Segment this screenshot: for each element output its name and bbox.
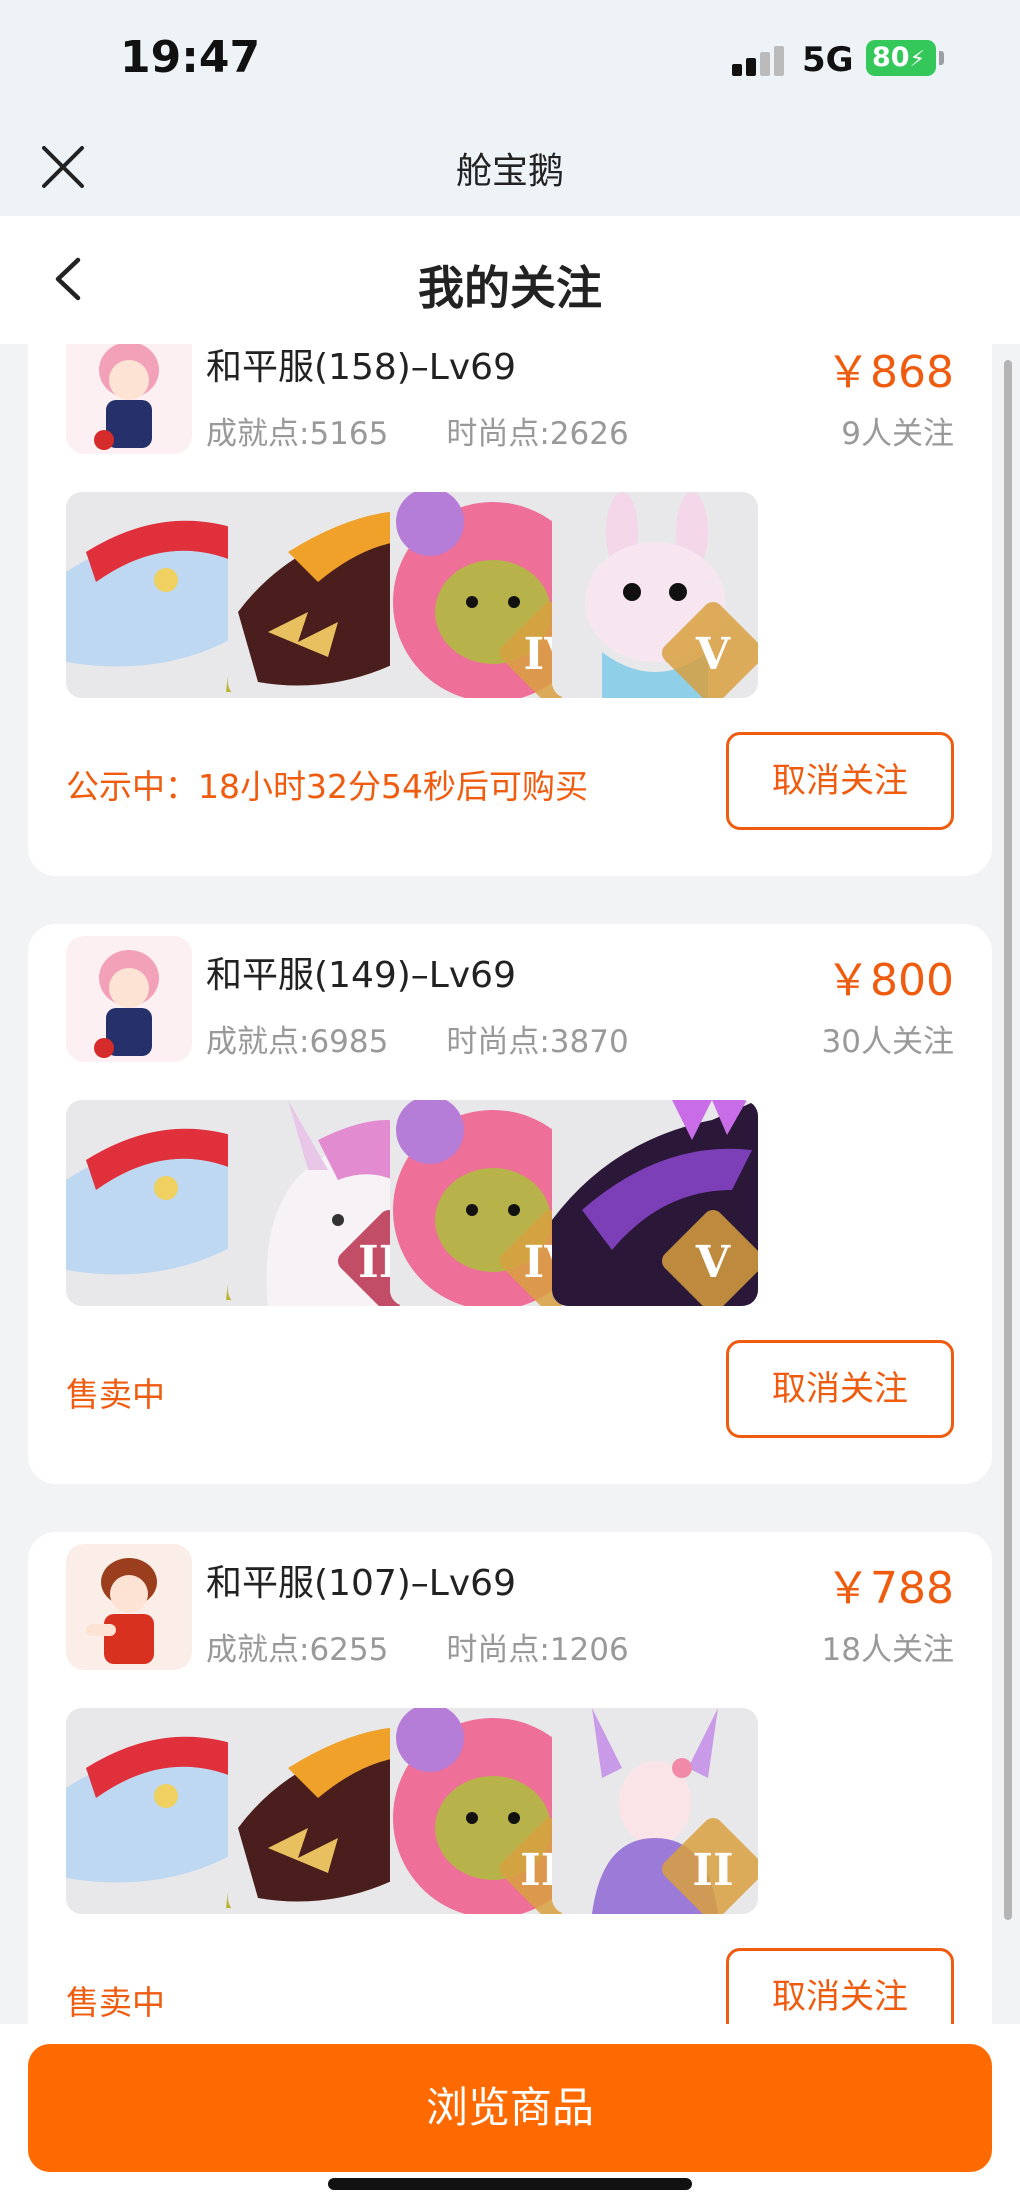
tier-badge: V: [695, 629, 731, 680]
followed-list[interactable]: 和平服(158)–Lv69 成就点:5165 时尚点:2626 ￥868 9人关注: [0, 344, 1020, 2024]
mini-app-header: 舱宝鹅: [0, 120, 1020, 216]
price: ￥868: [826, 347, 954, 398]
status-time: 19:47: [120, 32, 261, 83]
scrollbar[interactable]: [1004, 360, 1012, 1920]
character-avatar: [66, 936, 192, 1062]
item-thumbnail[interactable]: V: [552, 1100, 758, 1306]
nav-bar: 我的关注: [0, 216, 1020, 344]
listing-status: 售卖中: [66, 1983, 165, 2022]
battery-icon: 80⚡: [866, 40, 944, 76]
home-indicator: [328, 2178, 692, 2190]
tier-badge: II: [692, 1845, 734, 1896]
fashion-points: 时尚点:2626: [446, 416, 629, 452]
follower-count: 9人关注: [841, 416, 954, 452]
tier-badge: V: [695, 1237, 731, 1288]
status-bar: 19:47 5G 80⚡: [0, 0, 1020, 120]
stats: 成就点:6985 时尚点:3870: [206, 1016, 629, 1061]
listing-status: 售卖中: [66, 1375, 165, 1414]
achievement-points: 成就点:5165: [206, 416, 389, 452]
signal-icon: [732, 44, 788, 76]
server-level: 和平服(149)–Lv69: [206, 955, 516, 996]
achievement-points: 成就点:6985: [206, 1024, 389, 1060]
item-thumbnail[interactable]: II: [552, 1708, 758, 1914]
follower-count: 30人关注: [821, 1024, 954, 1060]
unfollow-button[interactable]: 取消关注: [726, 732, 954, 830]
stats: 成就点:6255 时尚点:1206: [206, 1624, 629, 1669]
server-level: 和平服(158)–Lv69: [206, 347, 516, 388]
character-avatar: [66, 344, 192, 454]
price: ￥788: [826, 1563, 954, 1614]
stats: 成就点:5165 时尚点:2626: [206, 408, 629, 453]
listing-status: 公示中：18小时32分54秒后可购买: [66, 767, 588, 806]
network-type: 5G: [802, 40, 854, 80]
page-title: 我的关注: [418, 261, 602, 315]
item-thumbnail[interactable]: V: [552, 492, 758, 698]
fashion-points: 时尚点:1206: [446, 1632, 629, 1668]
listing-card[interactable]: 和平服(149)–Lv69 成就点:6985 时尚点:3870 ￥800 30人关…: [28, 924, 992, 1484]
unfollow-button[interactable]: 取消关注: [726, 1340, 954, 1438]
price: ￥800: [826, 955, 954, 1006]
mini-app-title: 舱宝鹅: [455, 151, 564, 192]
browse-products-button[interactable]: 浏览商品: [28, 2044, 992, 2172]
character-avatar: [66, 1544, 192, 1670]
fashion-points: 时尚点:3870: [446, 1024, 629, 1060]
listing-card[interactable]: 和平服(158)–Lv69 成就点:5165 时尚点:2626 ￥868 9人关注: [28, 344, 992, 876]
unfollow-button[interactable]: 取消关注: [726, 1948, 954, 2024]
follower-count: 18人关注: [821, 1632, 954, 1668]
battery-level: 80: [872, 42, 910, 73]
server-level: 和平服(107)–Lv69: [206, 1563, 516, 1604]
achievement-points: 成就点:6255: [206, 1632, 389, 1668]
listing-card[interactable]: 和平服(107)–Lv69 成就点:6255 时尚点:1206 ￥788 18人关…: [28, 1532, 992, 2024]
